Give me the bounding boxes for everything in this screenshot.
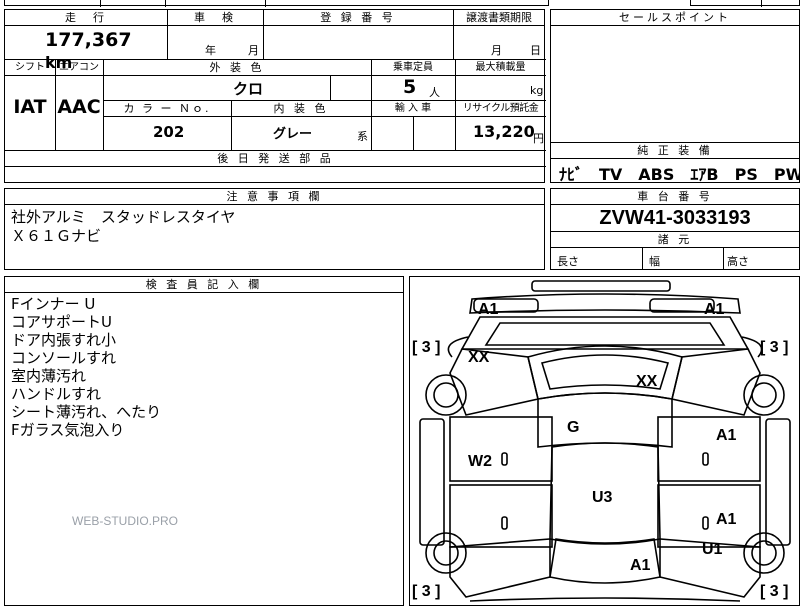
notes-block: 注 意 事 項 欄 社外アルミ スタッドレスタイヤ Ｘ６１Ｇナビ [4, 188, 545, 270]
inspector-line-1: Fインナー U [11, 295, 96, 313]
length-label: 長さ [557, 255, 579, 268]
mark-a1-right-door: A1 [716, 427, 737, 444]
import-label: 輸 入 車 [394, 103, 432, 114]
chassis-value: ZVW41-3033193 [599, 207, 751, 229]
mark-xx-right: XX [636, 373, 658, 390]
capacity-label: 乗車定員 [393, 62, 433, 73]
transfer-label: 譲渡書類期限 [453, 10, 545, 26]
transfer-month-unit: 月 [491, 44, 502, 57]
car-diagram: A1 A1 XX XX G A1 W2 U3 A1 U1 A1 [ 3 ] [ … [409, 276, 800, 606]
mark-a1-right-rear-door: A1 [716, 511, 737, 528]
chassis-label: 車 台 番 号 [551, 189, 799, 205]
mark-a1-rear: A1 [630, 557, 651, 574]
mark-xx-left: XX [468, 349, 490, 366]
aircon-label: エアコン [59, 62, 99, 73]
capacity-value: 5 [403, 76, 417, 98]
mark-a1-front-left: A1 [478, 301, 499, 318]
inspection-label: 車 検 [167, 10, 263, 26]
mark-u1: U1 [702, 541, 723, 558]
shift-label: シフト [15, 62, 45, 73]
spec-block: 走 行 車 検 登 録 番 号 譲渡書類期限 177,367 km 年 月 月 … [4, 9, 546, 183]
notes-line-1: 社外アルミ スタッドレスタイヤ [11, 208, 236, 226]
inspection-month-unit: 月 [248, 44, 259, 57]
mark-g: G [567, 419, 580, 436]
inspector-label: 検 査 員 記 入 欄 [5, 277, 403, 293]
sales-point-label: セールスポイント [551, 10, 799, 26]
bracket-rear-right: [ 3 ] [760, 583, 789, 600]
sales-point-block: セールスポイント 純 正 装 備 ﾅﾋﾞ TV ABS ｴｱB PS PW [550, 9, 800, 184]
mileage-number: 177,367 [45, 29, 132, 51]
top-cut-strip [4, 0, 549, 7]
mark-w2: W2 [468, 453, 492, 470]
notes-label: 注 意 事 項 欄 [5, 189, 544, 205]
inspector-line-3: ドア内張すれ小 [11, 331, 117, 349]
color-no-value: 202 [153, 123, 185, 141]
recycle-value: 13,220 [473, 122, 535, 141]
inspector-block: 検 査 員 記 入 欄 Fインナー U コアサポートU ドア内張すれ小 コンソー… [4, 276, 404, 606]
notes-line-2: Ｘ６１Ｇナビ [11, 227, 102, 245]
height-label: 高さ [727, 255, 749, 268]
later-parts-label: 後 日 発 送 部 品 [217, 152, 334, 165]
watermark: WEB-STUDIO.PRO [72, 514, 179, 528]
shift-value: IAT [13, 96, 47, 118]
inspector-line-4: コンソールすれ [11, 349, 117, 367]
capacity-unit: 人 [429, 86, 440, 99]
interior-suffix: 系 [357, 130, 368, 143]
inspector-line-5: 室内薄汚れ [11, 367, 87, 385]
mileage-label: 走 行 [5, 10, 167, 26]
width-label: 幅 [649, 255, 660, 268]
equipment-value: ﾅﾋﾞ TV ABS ｴｱB PS PW [559, 165, 800, 184]
interior-value: グレー [273, 127, 313, 142]
inspector-line-2: コアサポートU [11, 313, 112, 331]
equipment-label: 純 正 装 備 [637, 144, 713, 157]
car-outline [419, 280, 791, 602]
dims-label: 諸 元 [657, 233, 693, 246]
bracket-front-left: [ 3 ] [412, 339, 441, 356]
chassis-block: 車 台 番 号 ZVW41-3033193 諸 元 長さ 幅 高さ [550, 188, 800, 270]
load-unit: kg [530, 84, 544, 97]
inspector-line-6: ハンドルすれ [11, 385, 102, 403]
inspection-year-unit: 年 [205, 44, 216, 57]
mileage-value: 177,367 km [45, 29, 165, 72]
mark-u3: U3 [592, 489, 613, 506]
aircon-value: AAC [57, 96, 101, 118]
top-cut-strip-right [690, 0, 800, 7]
bracket-front-right: [ 3 ] [760, 339, 789, 356]
mark-a1-front-right: A1 [704, 301, 725, 318]
exterior-label: 外 装 色 [209, 61, 265, 74]
registration-label: 登 録 番 号 [263, 10, 453, 26]
exterior-value: クロ [233, 80, 264, 98]
recycle-label: リサイクル預託金 [462, 103, 539, 114]
bracket-rear-left: [ 3 ] [412, 583, 441, 600]
interior-label: 内 装 色 [273, 102, 329, 115]
load-label: 最大積載量 [475, 62, 526, 73]
recycle-unit: 円 [533, 132, 544, 145]
transfer-day-unit: 日 [530, 44, 541, 57]
color-no-label: カ ラ ー Ｎｏ. [123, 102, 211, 115]
inspector-line-8: Fガラス気泡入り [11, 421, 125, 439]
inspector-line-7: シート薄汚れ、へたり [11, 403, 162, 421]
